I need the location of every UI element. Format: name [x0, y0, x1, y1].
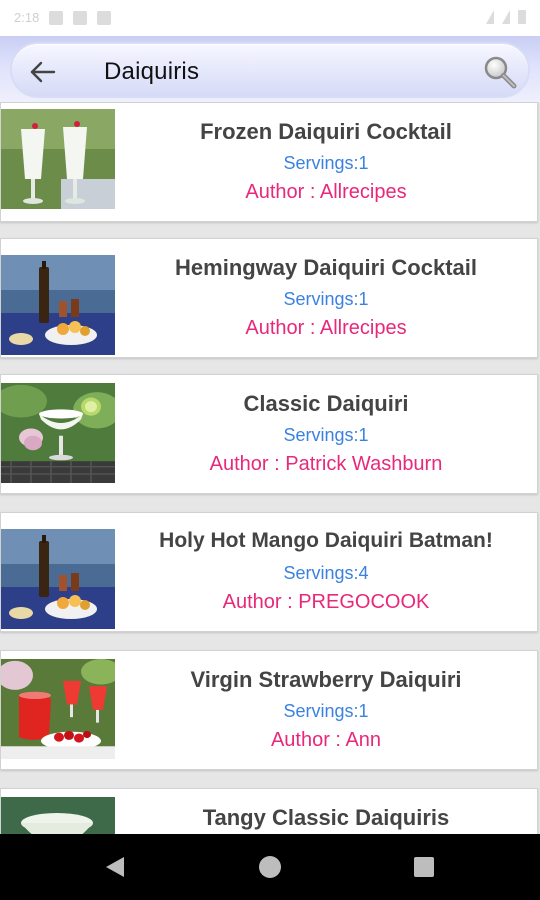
- recipe-card[interactable]: Holy Hot Mango Daiquiri Batman! Servings…: [0, 512, 538, 632]
- square-recents-icon[interactable]: [414, 857, 434, 877]
- recipe-info: Frozen Daiquiri Cocktail Servings:1 Auth…: [115, 103, 537, 221]
- recipe-card[interactable]: Virgin Strawberry Daiquiri Servings:1 Au…: [0, 650, 538, 770]
- recipe-thumbnail: [1, 109, 115, 209]
- recipe-info: Holy Hot Mango Daiquiri Batman! Servings…: [115, 513, 537, 631]
- search-bar[interactable]: Daiquiris: [10, 42, 530, 98]
- recipe-servings: Servings:1: [283, 153, 369, 173]
- recipe-info: Classic Daiquiri Servings:1 Author : Pat…: [115, 375, 537, 493]
- notification-icon: [97, 10, 112, 25]
- recipe-servings: Servings:1: [283, 425, 369, 445]
- recipe-card[interactable]: Tangy Classic Daiquiris: [0, 788, 538, 834]
- recipe-title: Holy Hot Mango Daiquiri Batman!: [159, 529, 493, 552]
- recipe-thumbnail: [1, 797, 115, 834]
- status-right: [486, 10, 526, 24]
- recipe-list[interactable]: Frozen Daiquiri Cocktail Servings:1 Auth…: [0, 102, 540, 834]
- recipe-title: Classic Daiquiri: [243, 391, 409, 416]
- recipe-servings: Servings:1: [283, 289, 369, 309]
- search-input[interactable]: Daiquiris: [104, 58, 199, 86]
- recipe-thumbnail: [1, 383, 115, 483]
- circle-home-icon[interactable]: [259, 856, 281, 878]
- search-header: Daiquiris: [0, 36, 540, 102]
- status-bar: 2:18: [0, 0, 540, 36]
- notification-icon: [49, 10, 64, 25]
- recipe-info: Virgin Strawberry Daiquiri Servings:1 Au…: [115, 651, 537, 769]
- recipe-title: Frozen Daiquiri Cocktail: [200, 119, 452, 144]
- status-left: 2:18: [14, 10, 112, 25]
- recipe-card[interactable]: Hemingway Daiquiri Cocktail Servings:1 A…: [0, 238, 538, 358]
- recipe-title: Virgin Strawberry Daiquiri: [190, 667, 462, 692]
- signal-icon: [502, 10, 510, 24]
- recipe-thumbnail: [1, 529, 115, 629]
- recipe-servings: Servings:4: [283, 563, 369, 583]
- wifi-icon: [486, 10, 494, 24]
- recipe-thumbnail: [1, 255, 115, 355]
- recipe-author: Author : PREGOCOOK: [222, 591, 430, 613]
- recipe-title: Hemingway Daiquiri Cocktail: [175, 255, 477, 280]
- recipe-thumbnail: [1, 659, 115, 759]
- battery-icon: [518, 10, 526, 24]
- recipe-author: Author : Allrecipes: [245, 317, 407, 339]
- recipe-author: Author : Allrecipes: [245, 181, 407, 203]
- notification-icon: [73, 10, 88, 25]
- recipe-servings: Servings:1: [283, 701, 369, 721]
- recipe-card[interactable]: Frozen Daiquiri Cocktail Servings:1 Auth…: [0, 102, 538, 222]
- recipe-author: Author : Patrick Washburn: [209, 453, 443, 475]
- triangle-back-icon[interactable]: [104, 855, 126, 879]
- recipe-card[interactable]: Classic Daiquiri Servings:1 Author : Pat…: [0, 374, 538, 494]
- arrow-left-icon[interactable]: [28, 58, 58, 86]
- recipe-info: Hemingway Daiquiri Cocktail Servings:1 A…: [115, 239, 537, 357]
- status-time: 2:18: [14, 10, 40, 25]
- recipe-title: Tangy Classic Daiquiris: [202, 805, 450, 830]
- recipe-author: Author : Ann: [270, 729, 382, 751]
- navigation-bar: [0, 834, 540, 900]
- recipe-info: Tangy Classic Daiquiris: [115, 789, 537, 834]
- magnifier-icon[interactable]: [482, 54, 518, 90]
